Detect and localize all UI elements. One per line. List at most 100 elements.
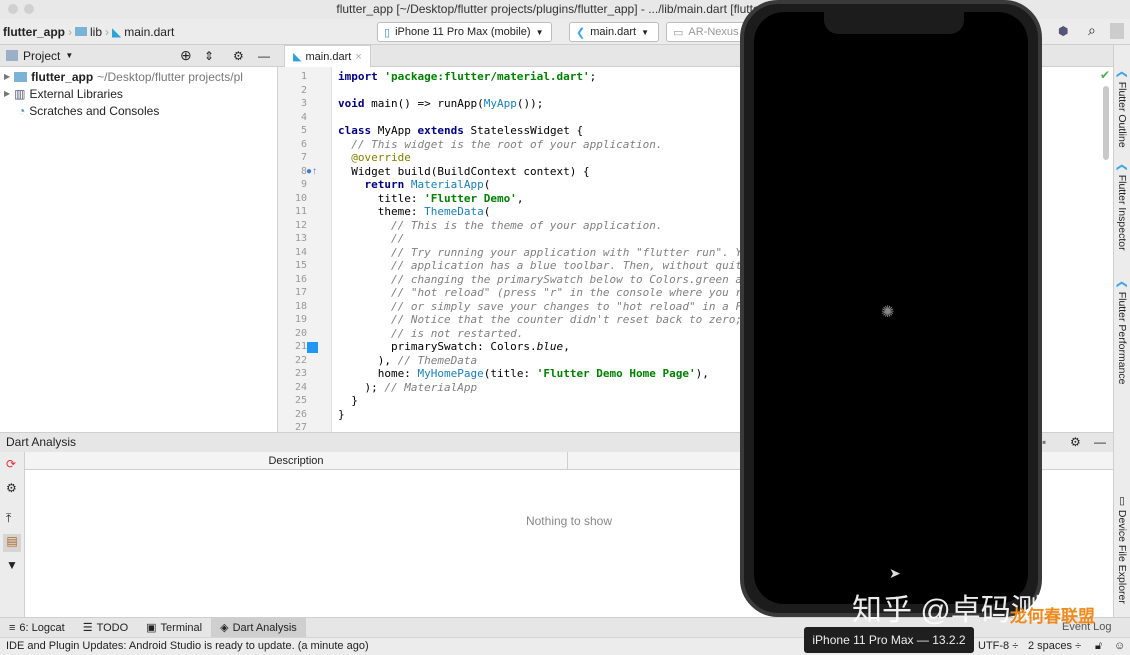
code-line[interactable]: class MyApp extends StatelessWidget { (338, 124, 583, 138)
device-file-explorer-tab[interactable]: ▯ Device File Explorer (1116, 495, 1128, 604)
editor-scrollbar[interactable] (1103, 86, 1109, 160)
code-line[interactable]: Widget build(BuildContext context) { (338, 165, 589, 179)
line-number: 5 (300, 125, 307, 136)
code-line[interactable]: // (338, 232, 404, 246)
code-token: MaterialApp (410, 178, 484, 191)
tree-item-flutter-app[interactable]: ▶ flutter_app ~/Desktop/flutter projects/p… (0, 68, 277, 85)
breadcrumb-project[interactable]: flutter_app (0, 25, 68, 39)
line-number: 17 (294, 287, 307, 298)
group-by-file-icon[interactable]: ▤ (3, 534, 21, 552)
close-icon[interactable]: × (355, 51, 361, 63)
tree-item-label: Scratches and Consoles (29, 103, 160, 118)
column-description[interactable]: Description (25, 452, 568, 470)
line-number: 10 (294, 192, 307, 204)
phone-icon: ▯ (384, 26, 391, 39)
encoding-selector[interactable]: UTF-8 ÷ (978, 638, 1018, 655)
gear-icon[interactable]: ⚙ (1070, 433, 1081, 452)
tab-todo[interactable]: ☰ TODO (74, 618, 137, 638)
code-line[interactable]: ), // ThemeData (338, 354, 477, 368)
hide-icon[interactable]: — (1094, 433, 1106, 452)
scratches-icon: ◔ (18, 103, 26, 118)
code-token: MyApp (483, 97, 517, 110)
run-config-selector[interactable]: ❮ main.dart ▼ (569, 22, 659, 42)
collapse-icon[interactable]: ⇕ (204, 49, 214, 63)
code-token: return (338, 178, 411, 191)
code-line[interactable]: ); // MaterialApp (338, 381, 477, 395)
device-selector[interactable]: ▯ iPhone 11 Pro Max (mobile) ▼ (377, 22, 552, 42)
code-line[interactable]: // Try running your application with "fl… (338, 246, 762, 260)
simulator-screen[interactable]: ✺ ➤ (754, 12, 1028, 604)
flutter-inspector-tab[interactable]: ❮ Flutter Inspector (1116, 163, 1128, 251)
minimize-window-button[interactable] (24, 4, 34, 14)
color-swatch-icon[interactable] (307, 342, 318, 353)
line-number: 20 (294, 327, 307, 339)
gear-icon[interactable]: ⚙ (6, 481, 17, 495)
project-view-selector[interactable]: Project (23, 49, 60, 63)
lock-icon[interactable]: 🔓︎ (1095, 638, 1102, 655)
code-line[interactable]: // application has a blue toolbar. Then,… (338, 259, 762, 273)
code-line[interactable]: theme: ThemeData( (338, 205, 491, 219)
breadcrumb-lib[interactable]: lib (72, 25, 105, 39)
tree-item-scratches[interactable]: ◔ Scratches and Consoles (0, 102, 277, 119)
status-message[interactable]: IDE and Plugin Updates: Android Studio i… (6, 640, 369, 652)
code-line[interactable]: void main() => runApp(MyApp()); (338, 97, 543, 111)
line-number: 6 (300, 138, 307, 150)
code-line[interactable]: // Notice that the counter didn't reset … (338, 313, 762, 327)
sdk-manager-icon[interactable]: ⬢ (1058, 24, 1068, 38)
phone-notch (824, 12, 964, 34)
expand-arrow-icon[interactable]: ▶ (4, 72, 10, 81)
code-line[interactable]: primarySwatch: Colors.blue, (338, 340, 570, 354)
gear-icon[interactable]: ⚙ (233, 49, 244, 63)
tab-main-dart[interactable]: ◣ main.dart × (284, 45, 371, 67)
code-token: // This widget is the root of your appli… (338, 137, 663, 151)
indent-selector[interactable]: 2 spaces ÷ (1028, 638, 1081, 655)
code-line[interactable]: // "hot reload" (press "r" in the consol… (338, 286, 755, 300)
breadcrumb-file[interactable]: ◣ main.dart (109, 25, 177, 39)
iphone-simulator[interactable]: ✺ ➤ (740, 0, 1042, 617)
override-marker-icon[interactable]: ●↑ (306, 166, 317, 177)
code-line[interactable]: // This is the theme of your application… (338, 219, 663, 233)
user-avatar-icon[interactable] (1110, 23, 1124, 39)
filter-icon[interactable]: ▼ (6, 558, 18, 572)
code-line[interactable]: // or simply save your changes to "hot r… (338, 300, 762, 314)
search-icon[interactable]: ⌕ (1088, 22, 1096, 39)
chevron-down-icon[interactable]: ▼ (65, 51, 73, 60)
flutter-outline-tab[interactable]: ❮ Flutter Outline (1116, 70, 1128, 148)
code-token: import (338, 70, 385, 83)
tab-dart-analysis[interactable]: ◈ Dart Analysis (211, 617, 306, 638)
code-token: MyHomePage (417, 367, 484, 380)
code-line[interactable]: // This widget is the root of your appli… (338, 137, 663, 152)
code-line[interactable]: return MaterialApp( (338, 178, 490, 192)
line-number: 16 (294, 273, 307, 285)
tree-item-external-libraries[interactable]: ▶ ▥ External Libraries (0, 85, 277, 102)
code-line[interactable]: } (338, 394, 358, 408)
code-line[interactable]: // is not restarted. (338, 327, 523, 341)
refresh-icon[interactable]: ⟳ (6, 457, 16, 471)
close-window-button[interactable] (8, 4, 18, 14)
breadcrumb-label: main.dart (124, 24, 175, 39)
hide-icon[interactable]: — (258, 49, 270, 63)
code-line[interactable]: home: MyHomePage(title: 'Flutter Demo Ho… (338, 367, 709, 381)
tab-logcat[interactable]: ≡ 6: Logcat (0, 618, 74, 638)
code-line[interactable]: title: 'Flutter Demo', (338, 192, 524, 206)
dart-icon: ◈ (220, 622, 229, 634)
code-line[interactable]: } (338, 408, 345, 422)
run-config-label: main.dart (590, 26, 637, 38)
locate-icon[interactable]: ⊕ (180, 47, 192, 64)
loading-spinner-icon: ✺ (881, 304, 895, 321)
code-token: // or simply save your changes to "hot r… (338, 299, 762, 313)
code-line[interactable]: import 'package:flutter/material.dart'; (338, 70, 596, 84)
line-number: 25 (294, 395, 307, 406)
avd-selector[interactable]: ▭ AR-Nexus (666, 22, 746, 42)
code-line[interactable]: // changing the primarySwatch below to C… (338, 273, 755, 287)
mouse-cursor-icon: ➤ (889, 565, 901, 581)
scroll-to-source-icon[interactable]: ⤒ (6, 511, 11, 526)
expand-arrow-icon[interactable]: ▶ (4, 89, 10, 98)
code-line[interactable]: @override (338, 151, 411, 165)
inspector-icon[interactable]: ☺ (1114, 638, 1125, 655)
line-number: 2 (300, 84, 307, 96)
line-number: 18 (294, 300, 307, 312)
comment-icon[interactable]: ▪ (1042, 433, 1046, 452)
tab-terminal[interactable]: ▣ Terminal (137, 618, 211, 638)
flutter-performance-tab[interactable]: ❮ Flutter Performance (1116, 280, 1128, 385)
